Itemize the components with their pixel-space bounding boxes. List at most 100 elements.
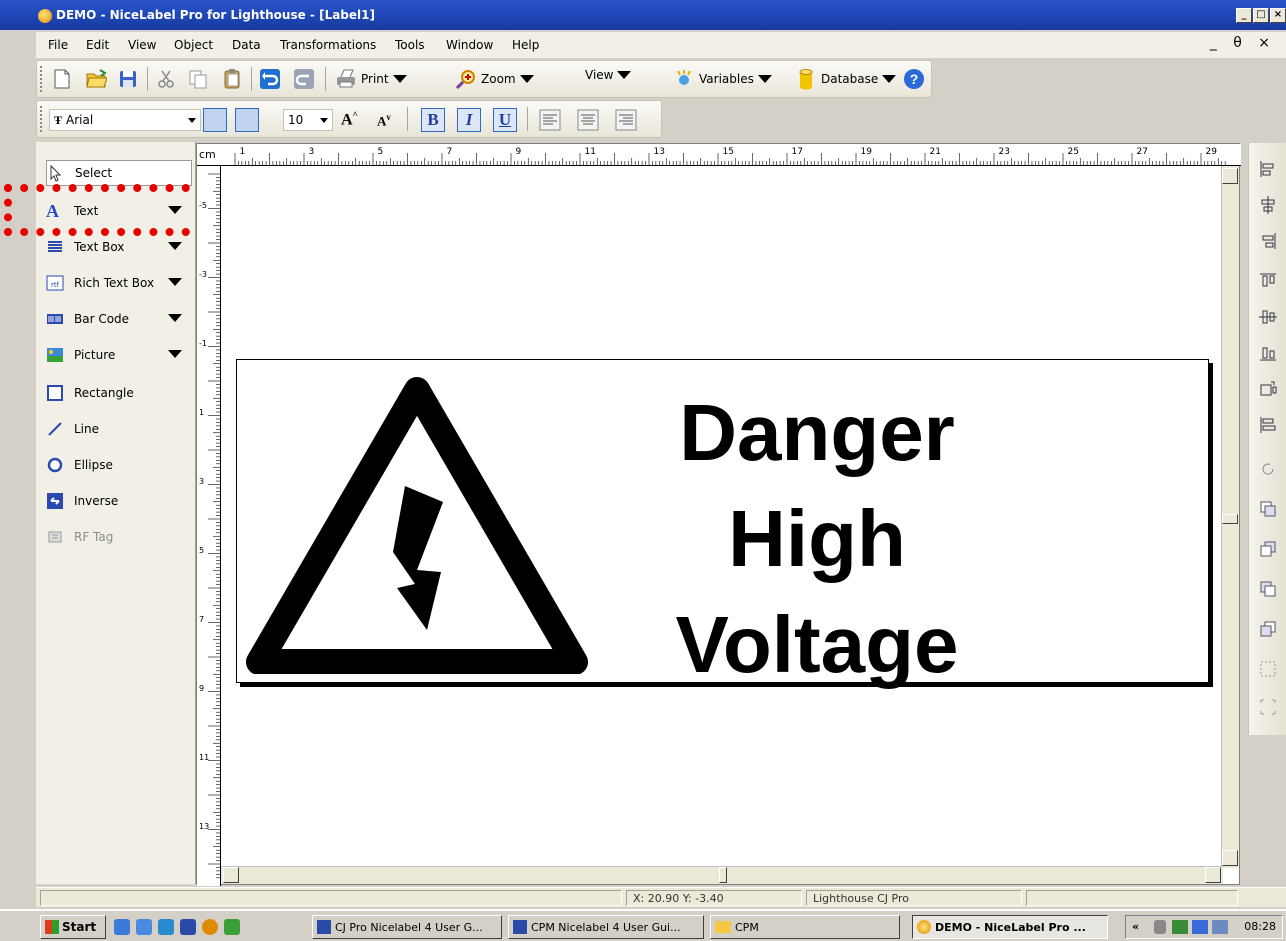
menu-help[interactable]: Help (512, 38, 539, 52)
variables-dropdown-arrow[interactable] (757, 75, 772, 83)
new-button[interactable] (51, 68, 73, 90)
tool-text-box[interactable]: Text Box (46, 234, 192, 260)
scroll-up-button[interactable] (1222, 168, 1238, 184)
tool-line[interactable]: Line (46, 416, 192, 442)
cut-button[interactable] (155, 68, 177, 90)
bring-to-front-icon[interactable] (1258, 539, 1278, 559)
align-right-edges-icon[interactable] (1258, 231, 1278, 251)
zoom-button[interactable]: Zoom (455, 68, 534, 90)
underline-button[interactable]: U (493, 108, 517, 132)
vertical-scrollbar[interactable] (1221, 166, 1239, 868)
tool-rectangle[interactable]: Rectangle (46, 380, 192, 406)
align-bottom-edges-icon[interactable] (1258, 343, 1278, 363)
mdi-controls[interactable]: _ θ × (1210, 35, 1276, 51)
shrink-font-button[interactable]: Av (377, 112, 391, 129)
scroll-down-button[interactable] (1222, 850, 1238, 866)
tray-expand-chevron[interactable]: « (1132, 920, 1139, 933)
copy-button[interactable] (187, 68, 209, 90)
align-right-icon[interactable] (615, 109, 637, 131)
ungroup-icon[interactable] (1258, 697, 1278, 717)
align-horizontal-center-icon[interactable] (1258, 195, 1278, 215)
media-player-icon[interactable] (202, 919, 218, 935)
high-voltage-warning-icon[interactable] (245, 374, 589, 674)
font-size-select[interactable]: 10 (283, 109, 333, 131)
align-top-edges-icon[interactable] (1258, 271, 1278, 291)
italic-button[interactable]: I (457, 108, 481, 132)
distribute-vertical-icon[interactable] (1258, 415, 1278, 435)
tray-app-icon[interactable] (1192, 920, 1208, 934)
quick-launch-icon[interactable] (158, 919, 174, 935)
tool-select[interactable]: Select (46, 160, 192, 186)
browser-icon[interactable] (136, 919, 152, 935)
open-button[interactable] (85, 68, 107, 90)
variables-button[interactable]: Variables (673, 68, 772, 90)
taskbar-item-cj-pro-guide[interactable]: CJ Pro Nicelabel 4 User G... (312, 915, 502, 939)
minimize-button[interactable]: _ (1236, 8, 1252, 23)
group-icon[interactable] (1258, 659, 1278, 679)
distribute-horizontal-icon[interactable] (1258, 379, 1278, 399)
tool-dropdown-arrow[interactable] (168, 350, 182, 358)
scroll-right-button[interactable] (1205, 867, 1221, 883)
save-button[interactable] (117, 68, 139, 90)
taskbar-item-cpm-folder[interactable]: CPM (710, 915, 900, 939)
menu-file[interactable]: File (48, 38, 68, 52)
send-backward-icon[interactable] (1258, 579, 1278, 599)
text-fit-button[interactable] (203, 108, 227, 132)
tool-bar-code[interactable]: Bar Code (46, 306, 192, 332)
print-dropdown-arrow[interactable] (392, 75, 407, 83)
send-to-back-icon[interactable] (1258, 619, 1278, 639)
taskbar-item-nicelabel[interactable]: DEMO - NiceLabel Pro ... (912, 915, 1108, 939)
menu-window[interactable]: Window (446, 38, 493, 52)
tray-app-icon[interactable] (1172, 920, 1188, 934)
database-dropdown-arrow[interactable] (882, 75, 897, 83)
menu-transformations[interactable]: Transformations (280, 38, 376, 52)
align-left-icon[interactable] (539, 109, 561, 131)
menu-data[interactable]: Data (232, 38, 261, 52)
tool-picture[interactable]: Picture (46, 342, 192, 368)
scroll-left-button[interactable] (223, 867, 239, 883)
chevron-down-icon[interactable] (188, 118, 196, 123)
tool-rich-text-box[interactable]: rtf Rich Text Box (46, 270, 192, 296)
horizontal-scrollbar[interactable] (221, 866, 1223, 884)
zoom-dropdown-arrow[interactable] (519, 75, 534, 83)
tool-dropdown-arrow[interactable] (168, 314, 182, 322)
taskbar-item-cpm-guide[interactable]: CPM Nicelabel 4 User Gui... (508, 915, 704, 939)
undo-button[interactable] (259, 68, 281, 90)
text-wrap-button[interactable] (235, 108, 259, 132)
font-select[interactable]: Ŧ Arial (49, 109, 201, 131)
align-left-edges-icon[interactable] (1258, 159, 1278, 179)
rotate-icon[interactable] (1258, 459, 1278, 479)
menu-object[interactable]: Object (174, 38, 213, 52)
bring-forward-icon[interactable] (1258, 499, 1278, 519)
database-button[interactable]: Database (795, 68, 897, 90)
tool-dropdown-arrow[interactable] (168, 242, 182, 250)
grow-font-button[interactable]: A^ (341, 110, 358, 129)
chevron-down-icon[interactable] (320, 118, 328, 123)
view-dropdown-arrow[interactable] (617, 71, 632, 79)
align-center-icon[interactable] (577, 109, 599, 131)
app-launcher-icon[interactable] (224, 919, 240, 935)
menu-view[interactable]: View (128, 38, 156, 52)
tray-app-icon[interactable] (1154, 920, 1166, 934)
toolbar-grip[interactable] (40, 106, 42, 132)
start-button[interactable]: Start (40, 915, 106, 939)
label-canvas[interactable]: cm 1 3 5 7 9 11 13 15 17 19 21 23 25 27 29 -5 -3 -1 1 3 5 7 9… (196, 143, 1241, 886)
align-vertical-center-icon[interactable] (1258, 307, 1278, 327)
paste-button[interactable] (221, 68, 243, 90)
menu-tools[interactable]: Tools (395, 38, 425, 52)
word-icon[interactable] (180, 919, 196, 935)
view-button[interactable]: View (585, 68, 632, 82)
redo-button[interactable] (293, 68, 315, 90)
scroll-thumb[interactable] (719, 867, 727, 883)
tool-inverse[interactable]: Inverse (46, 488, 192, 514)
scroll-thumb[interactable] (1222, 514, 1238, 524)
bold-button[interactable]: B (421, 108, 445, 132)
restore-button[interactable]: □ (1253, 8, 1269, 23)
tool-dropdown-arrow[interactable] (168, 278, 182, 286)
toolbar-grip[interactable] (40, 66, 42, 92)
tray-app-icon[interactable] (1212, 920, 1228, 934)
label-text[interactable]: Danger High Voltage (607, 380, 1027, 698)
help-button[interactable]: ? (903, 68, 925, 90)
print-button[interactable]: Print (335, 68, 407, 90)
internet-explorer-icon[interactable] (114, 919, 130, 935)
